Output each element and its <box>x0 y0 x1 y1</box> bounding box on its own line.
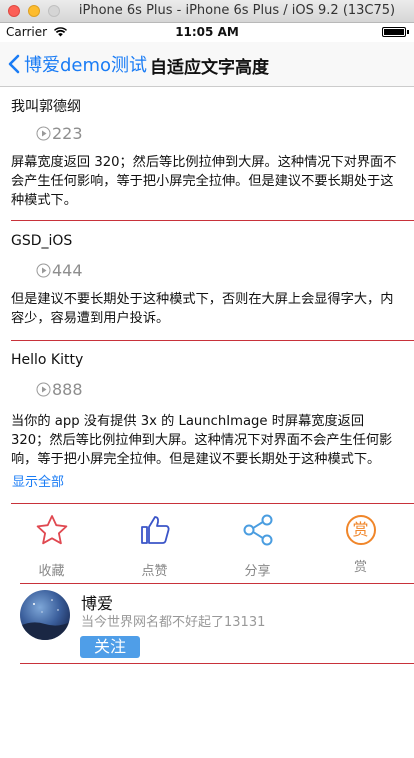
battery-tip <box>407 30 409 34</box>
share-label: 分享 <box>244 564 271 579</box>
status-bar: Carrier 11:05 AM <box>0 22 414 42</box>
separator <box>20 583 414 584</box>
zoom-window-button[interactable] <box>48 5 60 17</box>
post-author: 我叫郭德纲 <box>11 99 81 115</box>
post-text: 当你的 app 没有提供 3x 的 LaunchImage 时屏幕宽度返回 32… <box>11 414 393 467</box>
play-count: 444 <box>36 261 83 280</box>
play-circle-icon <box>36 263 51 278</box>
post-text: 但是建议不要长期处于这种模式下，否则在大屏上会显得字大，内容少，容易遭到用户投诉… <box>11 292 394 326</box>
thumbs-up-icon <box>140 516 170 544</box>
show-all-link[interactable]: 显示全部 <box>12 471 64 490</box>
back-button[interactable]: 博爱demo测试 <box>8 51 147 77</box>
share-icon <box>243 514 272 546</box>
profile-subtitle: 当今世界网名都不好起了13131 <box>81 615 266 630</box>
post-author: Hello Kitty <box>11 352 84 368</box>
back-label: 博爱demo测试 <box>24 55 148 76</box>
like-button[interactable]: 点赞 <box>103 514 206 579</box>
post-text: 屏幕宽度返回 320；然后等比例拉伸到大屏。这种情况下对界面不会产生任何影响，等… <box>11 155 397 208</box>
play-count: 888 <box>36 380 83 399</box>
separator <box>11 503 414 504</box>
like-label: 点赞 <box>141 564 168 579</box>
star-icon <box>36 515 67 545</box>
collect-label: 收藏 <box>38 564 65 579</box>
separator <box>11 220 414 221</box>
share-button[interactable]: 分享 <box>206 514 309 579</box>
play-count: 223 <box>36 124 83 143</box>
avatar-image <box>20 599 70 640</box>
avatar[interactable] <box>20 590 70 640</box>
reward-label: 赏 <box>353 560 367 575</box>
post-author: GSD_iOS <box>11 233 73 249</box>
window-title: iPhone 6s Plus - iPhone 6s Plus / iOS 9.… <box>78 3 396 18</box>
navigation-bar: 博爱demo测试 自适应文字高度 <box>0 42 414 87</box>
collect-button[interactable]: 收藏 <box>0 514 103 579</box>
separator <box>20 663 414 664</box>
page-title: 自适应文字高度 <box>150 58 269 78</box>
minimize-window-button[interactable] <box>28 5 40 17</box>
follow-button[interactable]: 关注 <box>80 636 140 658</box>
chevron-left-icon <box>8 54 20 74</box>
reward-icon: 赏 <box>345 515 376 545</box>
close-window-button[interactable] <box>8 5 20 17</box>
reward-button[interactable]: 赏 赏 <box>309 514 412 575</box>
status-time: 11:05 AM <box>175 25 239 39</box>
battery-icon <box>382 27 406 37</box>
play-circle-icon <box>36 126 51 141</box>
play-circle-icon <box>36 382 51 397</box>
simulator-titlebar: iPhone 6s Plus - iPhone 6s Plus / iOS 9.… <box>0 0 414 23</box>
separator <box>11 340 414 341</box>
